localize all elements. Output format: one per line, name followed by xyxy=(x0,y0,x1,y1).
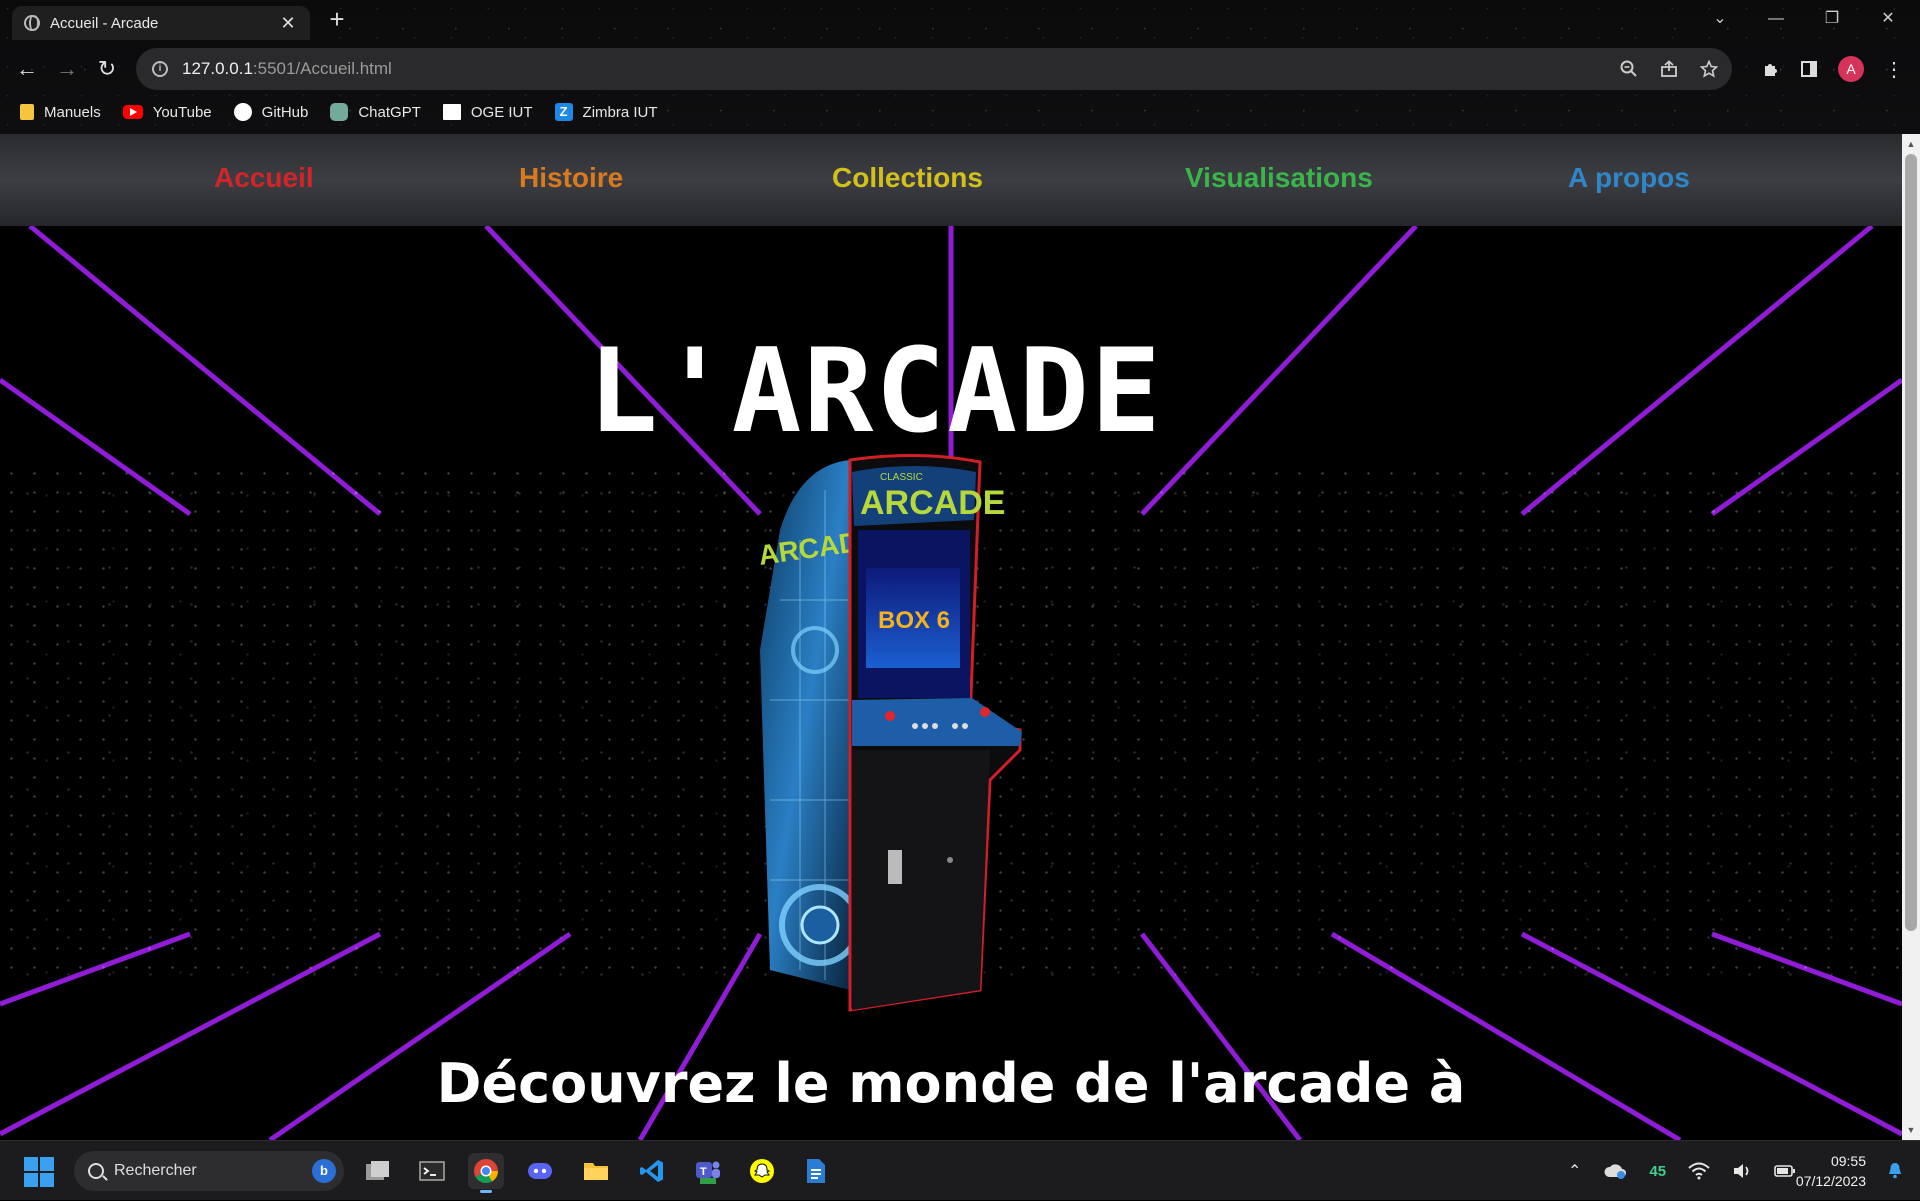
share-icon[interactable] xyxy=(1660,60,1678,78)
volume-icon[interactable] xyxy=(1732,1162,1752,1180)
chrome-icon[interactable] xyxy=(468,1153,504,1193)
teams-icon[interactable]: T xyxy=(690,1153,726,1189)
profile-avatar[interactable]: A xyxy=(1838,56,1864,82)
chatgpt-icon xyxy=(330,103,349,121)
side-panel-icon[interactable] xyxy=(1800,60,1818,78)
back-button[interactable]: ← xyxy=(12,54,42,84)
scrollbar-thumb[interactable] xyxy=(1905,154,1917,931)
bookmark-label: Manuels xyxy=(44,103,101,121)
windows-start-icon[interactable] xyxy=(24,1157,54,1187)
cabinet-screen-text: BOX 6 xyxy=(878,607,950,634)
nav-link-collections[interactable]: Collections xyxy=(832,162,983,194)
taskbar-search[interactable]: Rechercher b xyxy=(74,1151,344,1191)
snapchat-icon[interactable] xyxy=(744,1153,780,1189)
nav-link-accueil[interactable]: Accueil xyxy=(214,162,314,194)
windows-taskbar: Rechercher b T ⌃ 45 09:55 07/12/2023 xyxy=(0,1140,1920,1200)
arcade-cabinet-image: ARCADE ARCADE CLASSIC BOX 6 xyxy=(757,453,1022,1012)
zoom-icon[interactable] xyxy=(1620,60,1638,78)
zimbra-icon: Z xyxy=(554,103,573,121)
scroll-up-arrow-icon[interactable]: ▲ xyxy=(1902,136,1920,152)
chevron-down-icon[interactable]: ⌄ xyxy=(1692,0,1748,38)
url-host: 127.0.0.1 xyxy=(182,59,253,78)
cabinet-marquee-text: ARCADE xyxy=(860,484,1005,522)
wifi-icon[interactable] xyxy=(1688,1162,1710,1180)
forward-button[interactable]: → xyxy=(52,54,82,84)
page-subtitle: Découvrez le monde de l'arcade à xyxy=(436,1052,1466,1115)
close-tab-icon[interactable]: ✕ xyxy=(278,13,298,34)
vscode-icon[interactable] xyxy=(634,1153,670,1189)
bookmark-github[interactable]: GitHub xyxy=(233,103,309,121)
browser-chrome: Accueil - Arcade ✕ + ⌄ — ❐ ✕ ← → ↻ i 127… xyxy=(0,0,1920,134)
url-path: :5501/Accueil.html xyxy=(252,59,392,78)
system-clock[interactable]: 09:55 07/12/2023 xyxy=(1796,1151,1866,1191)
close-window-button[interactable]: ✕ xyxy=(1860,0,1916,38)
file-explorer-icon[interactable] xyxy=(578,1153,614,1189)
page-scrollbar[interactable]: ▲ ▼ xyxy=(1902,134,1920,1140)
bookmark-youtube[interactable]: YouTube xyxy=(122,103,212,121)
folder-icon xyxy=(20,104,34,120)
bookmark-label: GitHub xyxy=(261,103,309,121)
extensions-icon[interactable] xyxy=(1762,60,1780,78)
url-text: 127.0.0.1:5501/Accueil.html xyxy=(182,59,392,79)
minimize-button[interactable]: — xyxy=(1748,0,1804,38)
new-tab-button[interactable]: + xyxy=(324,6,350,32)
bing-icon[interactable]: b xyxy=(312,1159,336,1183)
nav-link-a-propos[interactable]: A propos xyxy=(1568,162,1690,194)
chevron-up-icon[interactable]: ⌃ xyxy=(1568,1161,1581,1181)
word-document-icon[interactable] xyxy=(798,1153,834,1189)
search-icon xyxy=(88,1163,104,1179)
site-info-icon[interactable]: i xyxy=(152,61,168,77)
browser-tab[interactable]: Accueil - Arcade ✕ xyxy=(12,6,310,40)
svg-text:T: T xyxy=(700,1166,707,1178)
address-bar[interactable]: i 127.0.0.1:5501/Accueil.html xyxy=(136,48,1732,90)
menu-icon[interactable]: ⋮ xyxy=(1884,57,1904,82)
tab-title: Accueil - Arcade xyxy=(50,14,159,32)
bookmarks-bar: Manuels YouTube GitHub ChatGPT OGE IUT Z… xyxy=(0,96,1920,128)
youtube-icon xyxy=(122,105,143,119)
bookmark-chatgpt[interactable]: ChatGPT xyxy=(330,103,421,121)
discord-icon[interactable] xyxy=(522,1153,558,1189)
page-title: L'ARCADE xyxy=(588,324,1163,459)
bookmark-label: Zimbra IUT xyxy=(582,103,658,121)
notification-bell-icon[interactable] xyxy=(1886,1161,1904,1179)
web-page: Accueil Histoire Collections Visualisati… xyxy=(0,134,1902,1140)
bookmark-oge[interactable]: OGE IUT xyxy=(442,103,533,121)
tab-bar: Accueil - Arcade ✕ + ⌄ — ❐ ✕ xyxy=(0,0,1920,40)
bookmark-star-icon[interactable] xyxy=(1700,60,1718,78)
battery-icon[interactable] xyxy=(1774,1164,1796,1178)
tray-badge[interactable]: 45 xyxy=(1649,1163,1666,1180)
reload-button[interactable]: ↻ xyxy=(92,54,122,84)
globe-icon xyxy=(24,15,40,31)
terminal-icon[interactable] xyxy=(414,1153,450,1189)
cabinet-marquee-small: CLASSIC xyxy=(880,472,923,483)
github-icon xyxy=(233,103,252,121)
bookmark-label: ChatGPT xyxy=(358,103,421,121)
nav-link-visualisations[interactable]: Visualisations xyxy=(1185,162,1373,194)
clock-time: 09:55 xyxy=(1830,1153,1866,1169)
clock-date: 07/12/2023 xyxy=(1795,1173,1866,1189)
oge-icon xyxy=(442,104,461,120)
bookmark-label: YouTube xyxy=(152,103,212,121)
scroll-down-arrow-icon[interactable]: ▼ xyxy=(1902,1122,1920,1138)
onedrive-icon[interactable] xyxy=(1603,1162,1627,1180)
bookmark-manuels[interactable]: Manuels xyxy=(20,104,101,121)
bookmark-label: OGE IUT xyxy=(470,103,533,121)
browser-toolbar: ← → ↻ i 127.0.0.1:5501/Accueil.html A ⋮ xyxy=(0,46,1920,92)
search-placeholder: Rechercher xyxy=(114,1162,197,1179)
site-navbar: Accueil Histoire Collections Visualisati… xyxy=(0,134,1902,226)
bookmark-zimbra[interactable]: Z Zimbra IUT xyxy=(554,103,658,121)
task-view-icon[interactable] xyxy=(360,1153,396,1189)
restore-button[interactable]: ❐ xyxy=(1804,0,1860,38)
nav-link-histoire[interactable]: Histoire xyxy=(519,162,623,194)
